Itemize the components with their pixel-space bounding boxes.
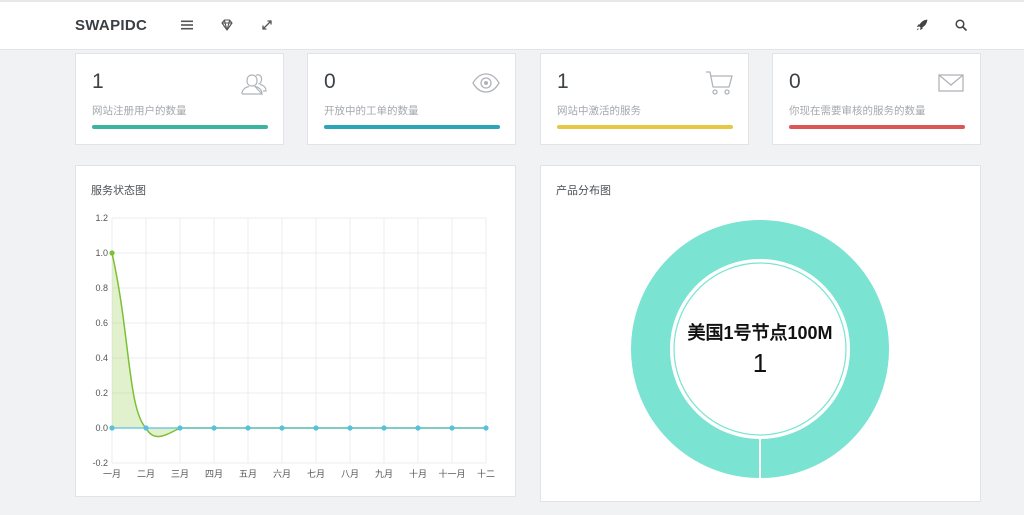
stat-card-active-services: 1 网站中激活的服务 bbox=[540, 53, 749, 145]
x-tick-label: 十二 bbox=[477, 468, 495, 479]
data-point[interactable] bbox=[415, 425, 421, 431]
search-icon[interactable] bbox=[950, 14, 972, 36]
y-tick-label: -0.2 bbox=[92, 458, 108, 468]
x-tick-label: 七月 bbox=[307, 469, 325, 479]
x-tick-label: 一月 bbox=[103, 469, 121, 479]
product-distribution-chart: 美国1号节点100M 1 bbox=[631, 220, 889, 478]
stat-value: 0 bbox=[324, 70, 336, 93]
y-tick-label: 0.0 bbox=[95, 423, 108, 433]
x-tick-label: 二月 bbox=[137, 469, 155, 479]
data-point[interactable] bbox=[279, 425, 285, 431]
stat-bar bbox=[789, 125, 965, 129]
stat-value: 0 bbox=[789, 70, 801, 93]
data-point[interactable] bbox=[449, 425, 455, 431]
x-tick-label: 十一月 bbox=[438, 468, 465, 479]
y-tick-label: 0.8 bbox=[95, 283, 108, 293]
stat-card-open-tickets: 0 开放中的工单的数量 bbox=[307, 53, 516, 145]
cart-icon bbox=[706, 71, 733, 95]
data-point[interactable] bbox=[381, 425, 387, 431]
envelope-icon bbox=[938, 74, 964, 92]
stat-value: 1 bbox=[92, 70, 104, 93]
stat-label: 你现在需要审核的服务的数量 bbox=[789, 105, 926, 117]
stat-bar bbox=[324, 125, 500, 129]
stat-card-registered-users: 1 网站注册用户的数量 bbox=[75, 53, 284, 145]
stat-bar bbox=[92, 125, 268, 129]
x-tick-label: 三月 bbox=[171, 469, 189, 479]
x-tick-label: 九月 bbox=[375, 469, 393, 479]
top-navbar: SWAPIDC bbox=[0, 0, 1024, 50]
y-tick-label: 1.0 bbox=[95, 248, 108, 258]
data-point[interactable] bbox=[143, 425, 149, 431]
fullscreen-icon[interactable] bbox=[256, 14, 278, 36]
rocket-icon[interactable] bbox=[911, 14, 933, 36]
data-point[interactable] bbox=[313, 425, 319, 431]
service-status-chart: 1.2 1.0 0.8 0.6 0.4 0.2 0.0 -0.2一月 二月 三月 四月 五月 六月 七月 八… bbox=[92, 213, 495, 479]
x-tick-label: 五月 bbox=[239, 469, 257, 479]
data-point[interactable] bbox=[483, 425, 489, 431]
stat-card-pending-services: 0 你现在需要审核的服务的数量 bbox=[772, 53, 981, 145]
series-line bbox=[111, 252, 486, 438]
series-area bbox=[112, 253, 486, 437]
y-tick-label: 0.6 bbox=[95, 318, 108, 328]
diamond-icon[interactable] bbox=[216, 14, 238, 36]
chart-grid bbox=[111, 217, 487, 464]
x-tick-label: 四月 bbox=[205, 469, 223, 479]
x-tick-label: 八月 bbox=[341, 469, 359, 479]
product-distribution-panel: 产品分布图 美国1号节点100M 1 bbox=[540, 165, 981, 502]
x-tick-label: 十月 bbox=[409, 468, 427, 479]
stat-label: 开放中的工单的数量 bbox=[324, 105, 419, 117]
data-point[interactable] bbox=[177, 425, 183, 431]
service-status-panel: 服务状态图 1.2 1.0 0.8 0.6 0.4 0.2 0.0 -0.2 一月 二月 三月 四月五… bbox=[75, 165, 516, 497]
data-point[interactable] bbox=[109, 250, 115, 256]
data-point[interactable] bbox=[211, 425, 217, 431]
stat-value: 1 bbox=[557, 70, 569, 93]
eye-icon bbox=[472, 73, 500, 93]
data-point[interactable] bbox=[347, 425, 353, 431]
donut-center-value: 1 bbox=[753, 348, 767, 378]
donut-center-label: 美国1号节点100M bbox=[687, 322, 832, 343]
y-tick-label: 1.2 bbox=[95, 213, 108, 223]
brand-logo[interactable]: SWAPIDC bbox=[75, 17, 147, 34]
stat-bar bbox=[557, 125, 733, 129]
stat-label: 网站中激活的服务 bbox=[557, 105, 641, 117]
y-tick-label: 0.2 bbox=[95, 388, 108, 398]
x-tick-label: 六月 bbox=[273, 468, 291, 479]
y-tick-label: 0.4 bbox=[95, 353, 108, 363]
data-point[interactable] bbox=[109, 425, 115, 431]
data-point[interactable] bbox=[245, 425, 251, 431]
menu-icon[interactable] bbox=[176, 14, 198, 36]
stat-label: 网站注册用户的数量 bbox=[92, 105, 187, 117]
users-icon bbox=[241, 74, 267, 96]
